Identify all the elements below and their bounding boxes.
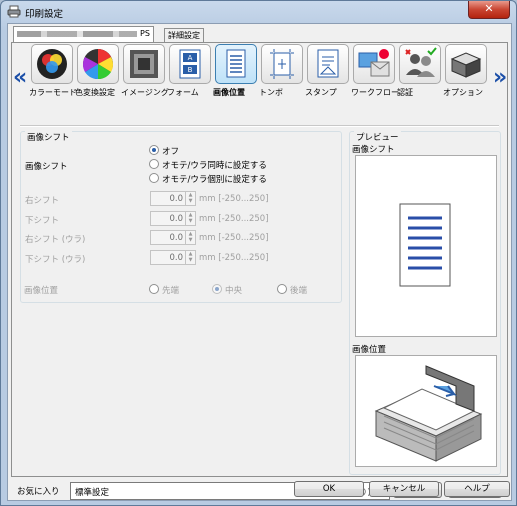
preview-group: プレビュー 画像シフト 画像位置 <box>349 131 501 475</box>
favorites-value: 標準設定 <box>75 488 110 498</box>
right-shift-back-input[interactable]: 0.0 ▲ ▼ <box>150 230 196 245</box>
down-shift-unit: mm [-250...250] <box>199 214 269 224</box>
down-shift-back-label: 下シフト (ウラ) <box>25 255 86 265</box>
tool-authentication[interactable]: 認証 <box>397 44 443 97</box>
tool-crop-marks[interactable]: トンボ <box>259 44 305 97</box>
page-preview-icon <box>399 203 451 287</box>
preview-shift-label: 画像シフト <box>352 145 395 155</box>
right-shift-label: 右シフト <box>25 196 60 206</box>
preview-position-label: 画像位置 <box>352 345 387 355</box>
preview-title: プレビュー <box>354 131 401 143</box>
spin-arrows[interactable]: ▲ ▼ <box>185 212 195 225</box>
svg-text:A: A <box>188 54 193 62</box>
tool-label: トンボ <box>259 88 283 97</box>
position-center-radio[interactable]: 中央 <box>212 284 242 296</box>
image-position-icon <box>215 44 257 84</box>
tool-option[interactable]: オプション <box>443 44 489 97</box>
tab-ps[interactable]: PS <box>13 26 154 43</box>
option-icon <box>445 44 487 84</box>
image-shift-label: 画像シフト <box>25 162 68 172</box>
tool-label: 画像位置 <box>213 88 245 97</box>
tool-label: スタンプ <box>305 88 337 97</box>
preview-shift-box <box>355 155 497 337</box>
tool-imaging[interactable]: イメージング <box>121 44 169 97</box>
close-button[interactable]: ✕ <box>468 1 510 19</box>
spin-arrows[interactable]: ▲ ▼ <box>185 192 195 205</box>
tab-panel: « » カラーモード 色変換設定 イメージング A B フォーム 画像位置 トン… <box>11 42 508 477</box>
down-shift-input[interactable]: 0.0 ▲ ▼ <box>150 211 196 226</box>
svg-text:B: B <box>188 66 193 74</box>
shift-separate-radio[interactable]: オモテ/ウラ個別に設定する <box>149 173 267 185</box>
down-shift-back-unit: mm [-250...250] <box>199 253 269 263</box>
tool-label: イメージング <box>121 88 169 97</box>
dialog-client: PS 詳細設定 « » カラーモード 色変換設定 イメージング A B フォーム… <box>7 23 512 501</box>
radio-dot <box>149 159 159 169</box>
toolbar-prev-arrow[interactable]: « <box>13 65 27 90</box>
image-shift-group-title: 画像シフト <box>25 131 72 143</box>
tool-label: 色変換設定 <box>75 88 115 97</box>
crop-marks-icon <box>261 44 303 84</box>
tool-label: オプション <box>443 88 483 97</box>
form-icon: AB <box>169 44 211 84</box>
tool-label: カラーモード <box>29 88 77 97</box>
color-convert-icon <box>77 44 119 84</box>
right-shift-back-label: 右シフト (ウラ) <box>25 235 86 245</box>
shift-off-radio[interactable]: オフ <box>149 145 179 157</box>
tool-label: 認証 <box>397 88 413 97</box>
spin-arrows[interactable]: ▲ ▼ <box>185 231 195 244</box>
title-bar: 印刷設定 ✕ <box>1 1 516 23</box>
printer-icon <box>7 5 21 18</box>
spin-arrows[interactable]: ▲ ▼ <box>185 251 195 264</box>
window-title: 印刷設定 <box>25 9 64 20</box>
tool-color-convert[interactable]: 色変換設定 <box>75 44 121 97</box>
down-shift-label: 下シフト <box>25 216 60 226</box>
stamp-icon <box>307 44 349 84</box>
favorites-label: お気に入り <box>17 487 60 497</box>
tool-stamp[interactable]: スタンプ <box>305 44 351 97</box>
right-shift-input[interactable]: 0.0 ▲ ▼ <box>150 191 196 206</box>
toolbar-separator <box>20 125 499 127</box>
printer-name-redacted <box>17 30 137 37</box>
radio-dot <box>149 145 159 155</box>
shift-both-radio[interactable]: オモテ/ウラ同時に設定する <box>149 159 267 171</box>
workflow-icon <box>353 44 395 84</box>
tab-advanced[interactable]: 詳細設定 <box>164 28 204 43</box>
radio-dot <box>212 284 222 294</box>
authentication-icon <box>399 44 441 84</box>
tool-label: フォーム <box>167 88 199 97</box>
paper-stack-icon <box>374 365 483 462</box>
image-shift-group: 画像シフト 画像シフト オフ オモテ/ウラ同時に設定する オモテ/ウラ個別に設定… <box>20 131 342 303</box>
image-position-label: 画像位置 <box>24 286 59 296</box>
right-shift-unit: mm [-250...250] <box>199 194 269 204</box>
right-shift-back-unit: mm [-250...250] <box>199 233 269 243</box>
help-button[interactable]: ヘルプ <box>444 481 510 497</box>
tool-image-position[interactable]: 画像位置 <box>213 44 259 97</box>
color-mode-icon <box>31 44 73 84</box>
down-shift-back-input[interactable]: 0.0 ▲ ▼ <box>150 250 196 265</box>
radio-dot <box>277 284 287 294</box>
position-lead-radio[interactable]: 先端 <box>149 284 179 296</box>
cancel-button[interactable]: キャンセル <box>369 481 439 497</box>
tool-workflow[interactable]: ワークフロー <box>351 44 399 97</box>
tool-label: ワークフロー <box>351 88 399 97</box>
imaging-icon <box>123 44 165 84</box>
tool-form[interactable]: AB フォーム <box>167 44 213 97</box>
preview-position-box <box>355 355 497 467</box>
ok-button[interactable]: OK <box>294 481 364 497</box>
radio-dot <box>149 173 159 183</box>
radio-dot <box>149 284 159 294</box>
tool-color-mode[interactable]: カラーモード <box>29 44 77 97</box>
toolbar-next-arrow[interactable]: » <box>493 65 507 90</box>
print-settings-window: 印刷設定 ✕ PS 詳細設定 « » カラーモード 色変換設定 イメージング A… <box>0 0 517 506</box>
position-trail-radio[interactable]: 後端 <box>277 284 307 296</box>
